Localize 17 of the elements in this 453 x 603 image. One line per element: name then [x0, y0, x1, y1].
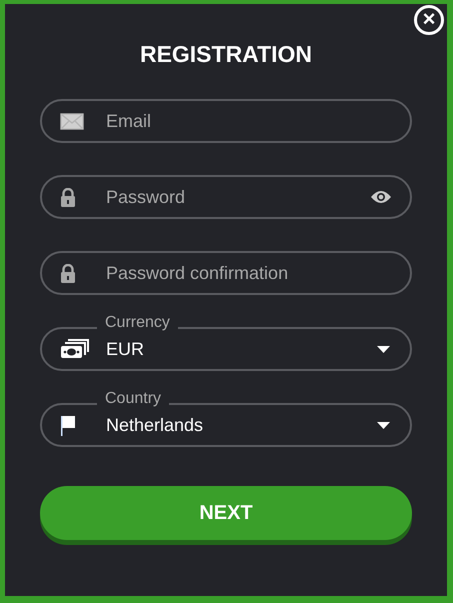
field-label: Country — [97, 389, 170, 409]
dropdown-caret-icon — [377, 422, 390, 428]
selected-value: Netherlands — [106, 414, 204, 436]
padlock-icon — [60, 264, 76, 282]
padlock-icon — [60, 188, 76, 206]
field-label: Currency — [97, 313, 178, 333]
dialog-title: REGISTRATION — [138, 40, 314, 68]
banknotes-icon — [60, 338, 90, 360]
selected-value: EUR — [106, 338, 146, 360]
close-button[interactable]: × — [414, 5, 444, 35]
password-field[interactable]: Password confirmation — [40, 251, 412, 295]
email-field[interactable]: Email — [40, 99, 412, 143]
password-field[interactable]: Password — [40, 175, 412, 219]
dropdown-caret-icon — [377, 346, 390, 352]
flag-icon — [60, 414, 76, 436]
envelope-icon — [60, 112, 84, 130]
eye-icon[interactable] — [370, 190, 392, 204]
